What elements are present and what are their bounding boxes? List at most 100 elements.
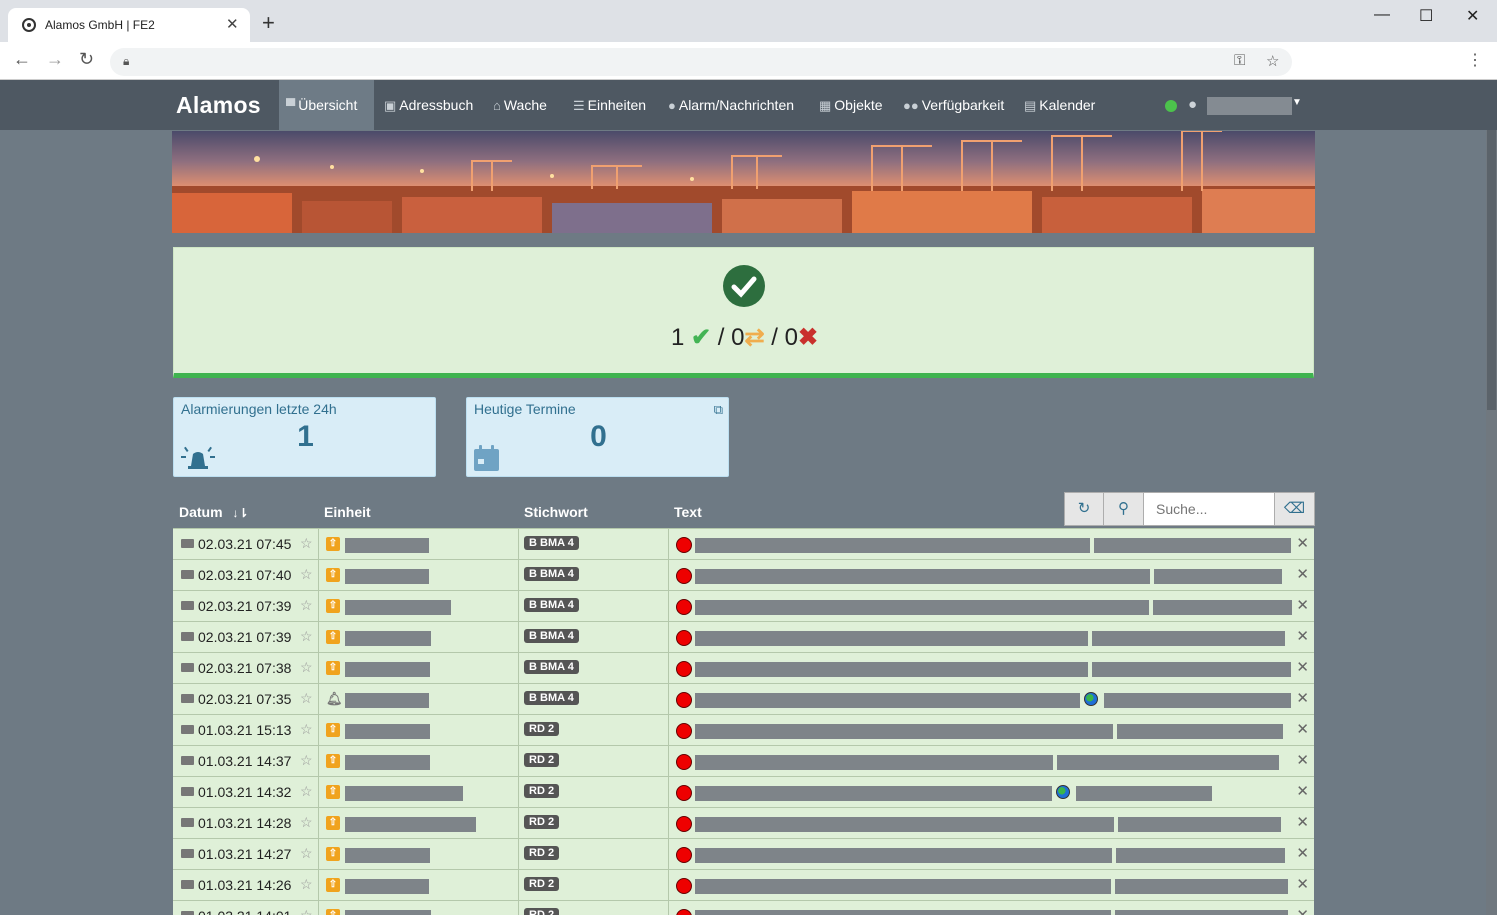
user-name-redacted[interactable] — [1207, 97, 1292, 115]
key-icon[interactable]: ⚿ — [1234, 52, 1245, 69]
table-row[interactable]: 02.03.21 07:38 ☆ ⇧ B BMA 4 ✕ — [173, 652, 1314, 683]
star-icon[interactable]: ☆ — [300, 752, 313, 769]
siren-icon: ▀ — [286, 98, 296, 113]
cell-datum: 01.03.21 14:01 ☆ — [173, 901, 319, 915]
heutige-termine-box[interactable]: Heutige Termine ⧉ 0 — [466, 397, 729, 477]
scrollbar-thumb[interactable] — [1487, 130, 1496, 410]
star-icon[interactable]: ☆ — [300, 814, 313, 831]
garage-icon: ⌂ — [493, 98, 501, 113]
col-datum[interactable]: Datum ↓⇂ — [179, 504, 249, 520]
browser-tab[interactable]: Alamos GmbH | FE2 ✕ — [8, 8, 250, 42]
globe-icon[interactable] — [1084, 692, 1098, 706]
red-status-icon — [676, 723, 692, 739]
star-icon[interactable]: ☆ — [300, 535, 313, 552]
text-redacted — [1153, 600, 1292, 615]
app-navbar: Alamos ▀ Übersicht ▣ Adressbuch ⌂ Wache ☰ Ei… — [0, 80, 1497, 130]
remove-icon[interactable]: ✕ — [1296, 534, 1309, 552]
star-icon[interactable]: ☆ — [300, 783, 313, 800]
table-row[interactable]: 01.03.21 14:28 ☆ ⇧ RD 2 ✕ — [173, 807, 1314, 838]
table-row[interactable]: 02.03.21 07:39 ☆ ⇧ B BMA 4 ✕ — [173, 590, 1314, 621]
red-status-icon — [676, 630, 692, 646]
reload-icon[interactable]: ↻ — [79, 49, 94, 70]
unit-name-redacted — [345, 724, 430, 739]
row-date: 01.03.21 14:01 — [198, 908, 291, 915]
remove-icon[interactable]: ✕ — [1296, 906, 1309, 915]
col-einheit[interactable]: Einheit — [324, 504, 371, 520]
remove-icon[interactable]: ✕ — [1296, 596, 1309, 614]
text-redacted — [1115, 879, 1288, 894]
nav-adressbuch[interactable]: ▣ Adressbuch — [377, 80, 480, 130]
nav-einheiten[interactable]: ☰ Einheiten — [566, 80, 653, 130]
col-stichwort[interactable]: Stichwort — [524, 504, 588, 520]
nav-kalender[interactable]: ▤ Kalender — [1017, 80, 1102, 130]
table-row[interactable]: 01.03.21 14:26 ☆ ⇧ RD 2 ✕ — [173, 869, 1314, 900]
cell-text: ✕ — [669, 653, 1314, 683]
cell-stichwort: RD 2 — [519, 808, 669, 838]
star-icon[interactable]: ☆ — [300, 721, 313, 738]
star-icon[interactable]: ☆ — [300, 628, 313, 645]
browser-menu-icon[interactable]: ⋮ — [1467, 50, 1483, 70]
text-redacted — [695, 569, 1150, 584]
close-window-button[interactable]: ✕ — [1466, 6, 1479, 26]
cell-datum: 02.03.21 07:39 ☆ — [173, 591, 319, 621]
table-row[interactable]: 02.03.21 07:35 ☆ 🔔︎ B BMA 4 ✕ — [173, 683, 1314, 714]
remove-icon[interactable]: ✕ — [1296, 813, 1309, 831]
star-icon[interactable]: ☆ — [300, 597, 313, 614]
globe-icon[interactable] — [1056, 785, 1070, 799]
table-row[interactable]: 02.03.21 07:45 ☆ ⇧ B BMA 4 ✕ — [173, 528, 1314, 559]
remove-icon[interactable]: ✕ — [1296, 627, 1309, 645]
star-icon[interactable]: ☆ — [300, 845, 313, 862]
back-arrow-icon[interactable]: ← — [13, 49, 31, 70]
text-redacted — [1094, 538, 1291, 553]
remove-icon[interactable]: ✕ — [1296, 658, 1309, 676]
nav-wache[interactable]: ⌂ Wache — [486, 80, 554, 130]
table-row[interactable]: 01.03.21 14:37 ☆ ⇧ RD 2 ✕ — [173, 745, 1314, 776]
cell-einheit: ⇧ — [319, 715, 519, 745]
tab-close-icon[interactable]: ✕ — [226, 15, 239, 33]
remove-icon[interactable]: ✕ — [1296, 720, 1309, 738]
header-banner-image — [172, 131, 1315, 233]
table-row[interactable]: 02.03.21 07:39 ☆ ⇧ B BMA 4 ✕ — [173, 621, 1314, 652]
maximize-button[interactable]: ☐ — [1419, 6, 1433, 26]
star-icon[interactable]: ☆ — [300, 907, 313, 915]
star-icon[interactable]: ☆ — [300, 566, 313, 583]
remove-icon[interactable]: ✕ — [1296, 689, 1309, 707]
nav-uebersicht[interactable]: ▀ Übersicht — [279, 80, 374, 130]
caret-down-icon[interactable]: ▼ — [1292, 97, 1302, 108]
sort-icon[interactable]: ↓⇂ — [232, 506, 248, 520]
bookmark-star-icon[interactable]: ☆ — [1266, 52, 1279, 70]
external-link-icon[interactable]: ⧉ — [714, 402, 723, 418]
remove-icon[interactable]: ✕ — [1296, 875, 1309, 893]
alarms-24h-box[interactable]: Alarmierungen letzte 24h 1 — [173, 397, 436, 477]
cell-text: ✕ — [669, 529, 1314, 559]
minimize-button[interactable]: — — [1374, 6, 1390, 24]
new-tab-button[interactable]: + — [262, 12, 275, 34]
alamos-logo[interactable]: Alamos — [176, 92, 261, 119]
nav-objekte[interactable]: ▦ Objekte — [812, 80, 890, 130]
remove-icon[interactable]: ✕ — [1296, 844, 1309, 862]
nav-alarm-nachrichten[interactable]: ● Alarm/Nachrichten — [661, 80, 801, 130]
remove-icon[interactable]: ✕ — [1296, 751, 1309, 769]
message-icon: ● — [668, 98, 676, 113]
forward-arrow-icon[interactable]: → — [46, 49, 64, 70]
alarm-unit-icon: ⇧ — [326, 723, 340, 737]
cell-datum: 02.03.21 07:35 ☆ — [173, 684, 319, 714]
text-redacted — [1057, 755, 1279, 770]
lock-icon: 🔒︎ — [123, 54, 130, 68]
table-row[interactable]: 01.03.21 14:32 ☆ ⇧ RD 2 ✕ — [173, 776, 1314, 807]
cell-datum: 02.03.21 07:40 ☆ — [173, 560, 319, 590]
star-icon[interactable]: ☆ — [300, 690, 313, 707]
table-row[interactable]: 01.03.21 15:13 ☆ ⇧ RD 2 ✕ — [173, 714, 1314, 745]
remove-icon[interactable]: ✕ — [1296, 565, 1309, 583]
star-icon[interactable]: ☆ — [300, 876, 313, 893]
alarm-unit-icon: ⇧ — [326, 878, 340, 892]
table-row[interactable]: 02.03.21 07:40 ☆ ⇧ B BMA 4 ✕ — [173, 559, 1314, 590]
nav-verfuegbarkeit[interactable]: ●● Verfügbarkeit — [896, 80, 1011, 130]
table-row[interactable]: 01.03.21 14:01 ☆ ⇧ RD 2 ✕ — [173, 900, 1314, 915]
cell-stichwort: RD 2 — [519, 839, 669, 869]
table-row[interactable]: 01.03.21 14:27 ☆ ⇧ RD 2 ✕ — [173, 838, 1314, 869]
col-text[interactable]: Text — [674, 504, 702, 520]
star-icon[interactable]: ☆ — [300, 659, 313, 676]
remove-icon[interactable]: ✕ — [1296, 782, 1309, 800]
url-field[interactable]: 🔒︎ ⚿ ☆ — [110, 48, 1292, 76]
